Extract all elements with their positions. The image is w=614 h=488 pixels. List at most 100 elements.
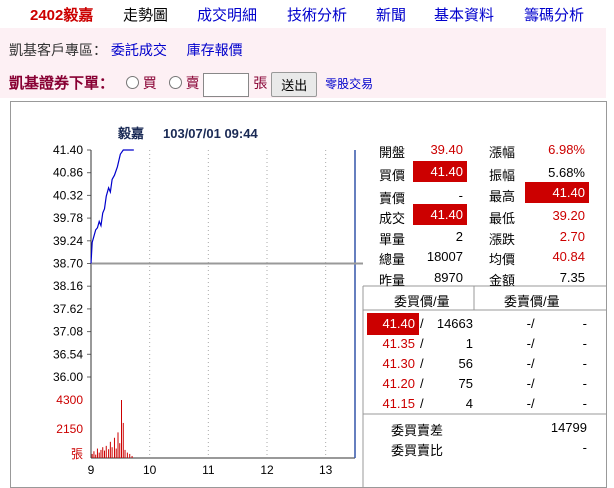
- book-bid-qty: 1: [465, 336, 473, 351]
- buy-radio[interactable]: [125, 76, 139, 90]
- book-bid-qty: 75: [458, 376, 473, 391]
- y-tick-label: 36.54: [53, 347, 83, 361]
- order-label: 凱基證券下單：: [9, 75, 115, 93]
- open-label: 開盤: [379, 145, 406, 160]
- y-tick-label: 38.16: [53, 279, 83, 293]
- unit-label: 張: [253, 75, 268, 92]
- book-bid-price: 41.15: [382, 396, 415, 411]
- order-row: 凱基證券下單： 買 賣 張 送出 零股交易: [9, 72, 373, 97]
- bid-label: 買價: [379, 168, 406, 183]
- tab-trade-detail[interactable]: 成交明細: [197, 4, 257, 25]
- book-ask-price: -: [526, 396, 531, 411]
- high-value: 41.40: [525, 182, 589, 203]
- book-diff-value: 14799: [550, 420, 587, 435]
- total-value: 18007: [426, 249, 463, 264]
- y-tick-label: 39.24: [53, 234, 83, 248]
- y-tick-label: 36.00: [53, 370, 83, 384]
- chart-title: 毅嘉: [117, 126, 144, 141]
- vol-value: 2: [455, 229, 463, 244]
- book-bid-price: 41.40: [367, 313, 419, 335]
- book-ask-price: -: [526, 316, 531, 331]
- book-separator: /: [531, 336, 535, 351]
- x-tick-label: 13: [319, 463, 333, 477]
- x-tick-label: 9: [88, 463, 95, 477]
- y-tick-label: 37.08: [53, 325, 83, 339]
- total-label: 總量: [379, 252, 406, 267]
- book-bid-price: 41.30: [382, 356, 415, 371]
- book-ask-qty: -: [582, 356, 587, 371]
- book-separator: /: [531, 376, 535, 391]
- ask-value: -: [458, 188, 463, 203]
- customer-band: 凱基客戶專區： 委託成交 庫存報價 凱基證券下單： 買 賣 張 送出 零股交易: [0, 28, 606, 98]
- sell-radio[interactable]: [168, 76, 182, 90]
- low-value: 39.20: [552, 208, 585, 223]
- book-bid-price: 41.35: [382, 336, 415, 351]
- book-diff-label: 委買賣差: [391, 423, 444, 438]
- book-bid-qty: 14663: [436, 316, 473, 331]
- entrust-link[interactable]: 委託成交: [111, 42, 167, 58]
- customer-links: 凱基客戶專區： 委託成交 庫存報價: [9, 40, 243, 60]
- y-tick-label: 41.40: [53, 143, 83, 157]
- inventory-link[interactable]: 庫存報價: [187, 42, 243, 58]
- y-tick-label: 40.86: [53, 166, 83, 180]
- amp-value: 5.68%: [548, 165, 585, 180]
- change-label: 漲跌: [489, 232, 516, 247]
- book-ask-qty: -: [582, 336, 587, 351]
- book-bid-qty: 56: [458, 356, 473, 371]
- bid-value: 41.40: [413, 161, 467, 182]
- book-separator: /: [531, 316, 535, 331]
- chg-pct-label: 漲幅: [489, 145, 516, 160]
- book-ask-qty: -: [582, 376, 587, 391]
- prevvol-label: 昨量: [379, 273, 406, 288]
- tab-news[interactable]: 新聞: [376, 4, 406, 25]
- book-bid-header: 委買價/量: [394, 294, 450, 309]
- book-ratio-label: 委買賣比: [391, 443, 444, 458]
- tab-technical[interactable]: 技術分析: [287, 4, 347, 25]
- book-ask-qty: -: [582, 396, 587, 411]
- x-tick-label: 11: [202, 463, 215, 477]
- chart-timestamp: 103/07/01 09:44: [163, 126, 258, 141]
- stock-title: 2402毅嘉: [30, 7, 94, 24]
- book-ask-header: 委賣價/量: [504, 294, 560, 309]
- prevvol-value: 8970: [434, 270, 463, 285]
- book-ask-qty: -: [582, 316, 587, 331]
- high-label: 最高: [489, 189, 516, 204]
- odd-lot-link[interactable]: 零股交易: [325, 77, 373, 91]
- y-tick-label: 38.70: [53, 257, 83, 271]
- vol-tick-label: 4300: [56, 393, 83, 407]
- customer-area-label: 凱基客戶專區：: [9, 42, 107, 58]
- avg-value: 40.84: [552, 249, 585, 264]
- quote-panel: 41.40 40.86 40.32 39.78 39.24 38.70 38.16 37.62…: [10, 101, 607, 488]
- submit-button[interactable]: 送出: [271, 72, 318, 97]
- vol-label: 單量: [379, 232, 406, 247]
- last-label: 成交: [379, 211, 406, 226]
- ask-label: 賣價: [379, 191, 406, 206]
- vol-tick-label: 2150: [56, 422, 83, 436]
- book-separator: /: [531, 396, 535, 411]
- last-value: 41.40: [413, 204, 467, 225]
- y-tick-label: 37.62: [53, 302, 83, 316]
- x-tick-label: 10: [143, 463, 157, 477]
- chg-pct-value: 6.98%: [548, 142, 585, 157]
- tab-chips[interactable]: 籌碼分析: [524, 4, 584, 25]
- tab-basic-info[interactable]: 基本資料: [434, 4, 494, 25]
- change-value: 2.70: [559, 229, 585, 244]
- book-ask-price: -: [526, 356, 531, 371]
- book-separator: /: [531, 356, 535, 371]
- low-label: 最低: [489, 211, 516, 226]
- tab-trend[interactable]: 走勢圖: [123, 4, 168, 25]
- avg-label: 均價: [489, 252, 516, 267]
- sell-label: 賣: [185, 75, 200, 92]
- amount-value: 7.35: [559, 270, 585, 285]
- buy-label: 買: [142, 75, 157, 92]
- book-bid-qty: 4: [465, 396, 473, 411]
- price-line: [90, 149, 134, 264]
- amp-label: 振幅: [489, 168, 516, 183]
- x-tick-label: 12: [260, 463, 274, 477]
- book-ask-price: -: [526, 376, 531, 391]
- top-nav: 2402毅嘉 走勢圖 成交明細 技術分析 新聞 基本資料 籌碼分析: [0, 0, 614, 28]
- book-bid-price: 41.20: [382, 376, 415, 391]
- book-ratio-value: -: [582, 440, 587, 455]
- amount-label: 金額: [489, 273, 516, 288]
- quantity-input[interactable]: [203, 72, 250, 97]
